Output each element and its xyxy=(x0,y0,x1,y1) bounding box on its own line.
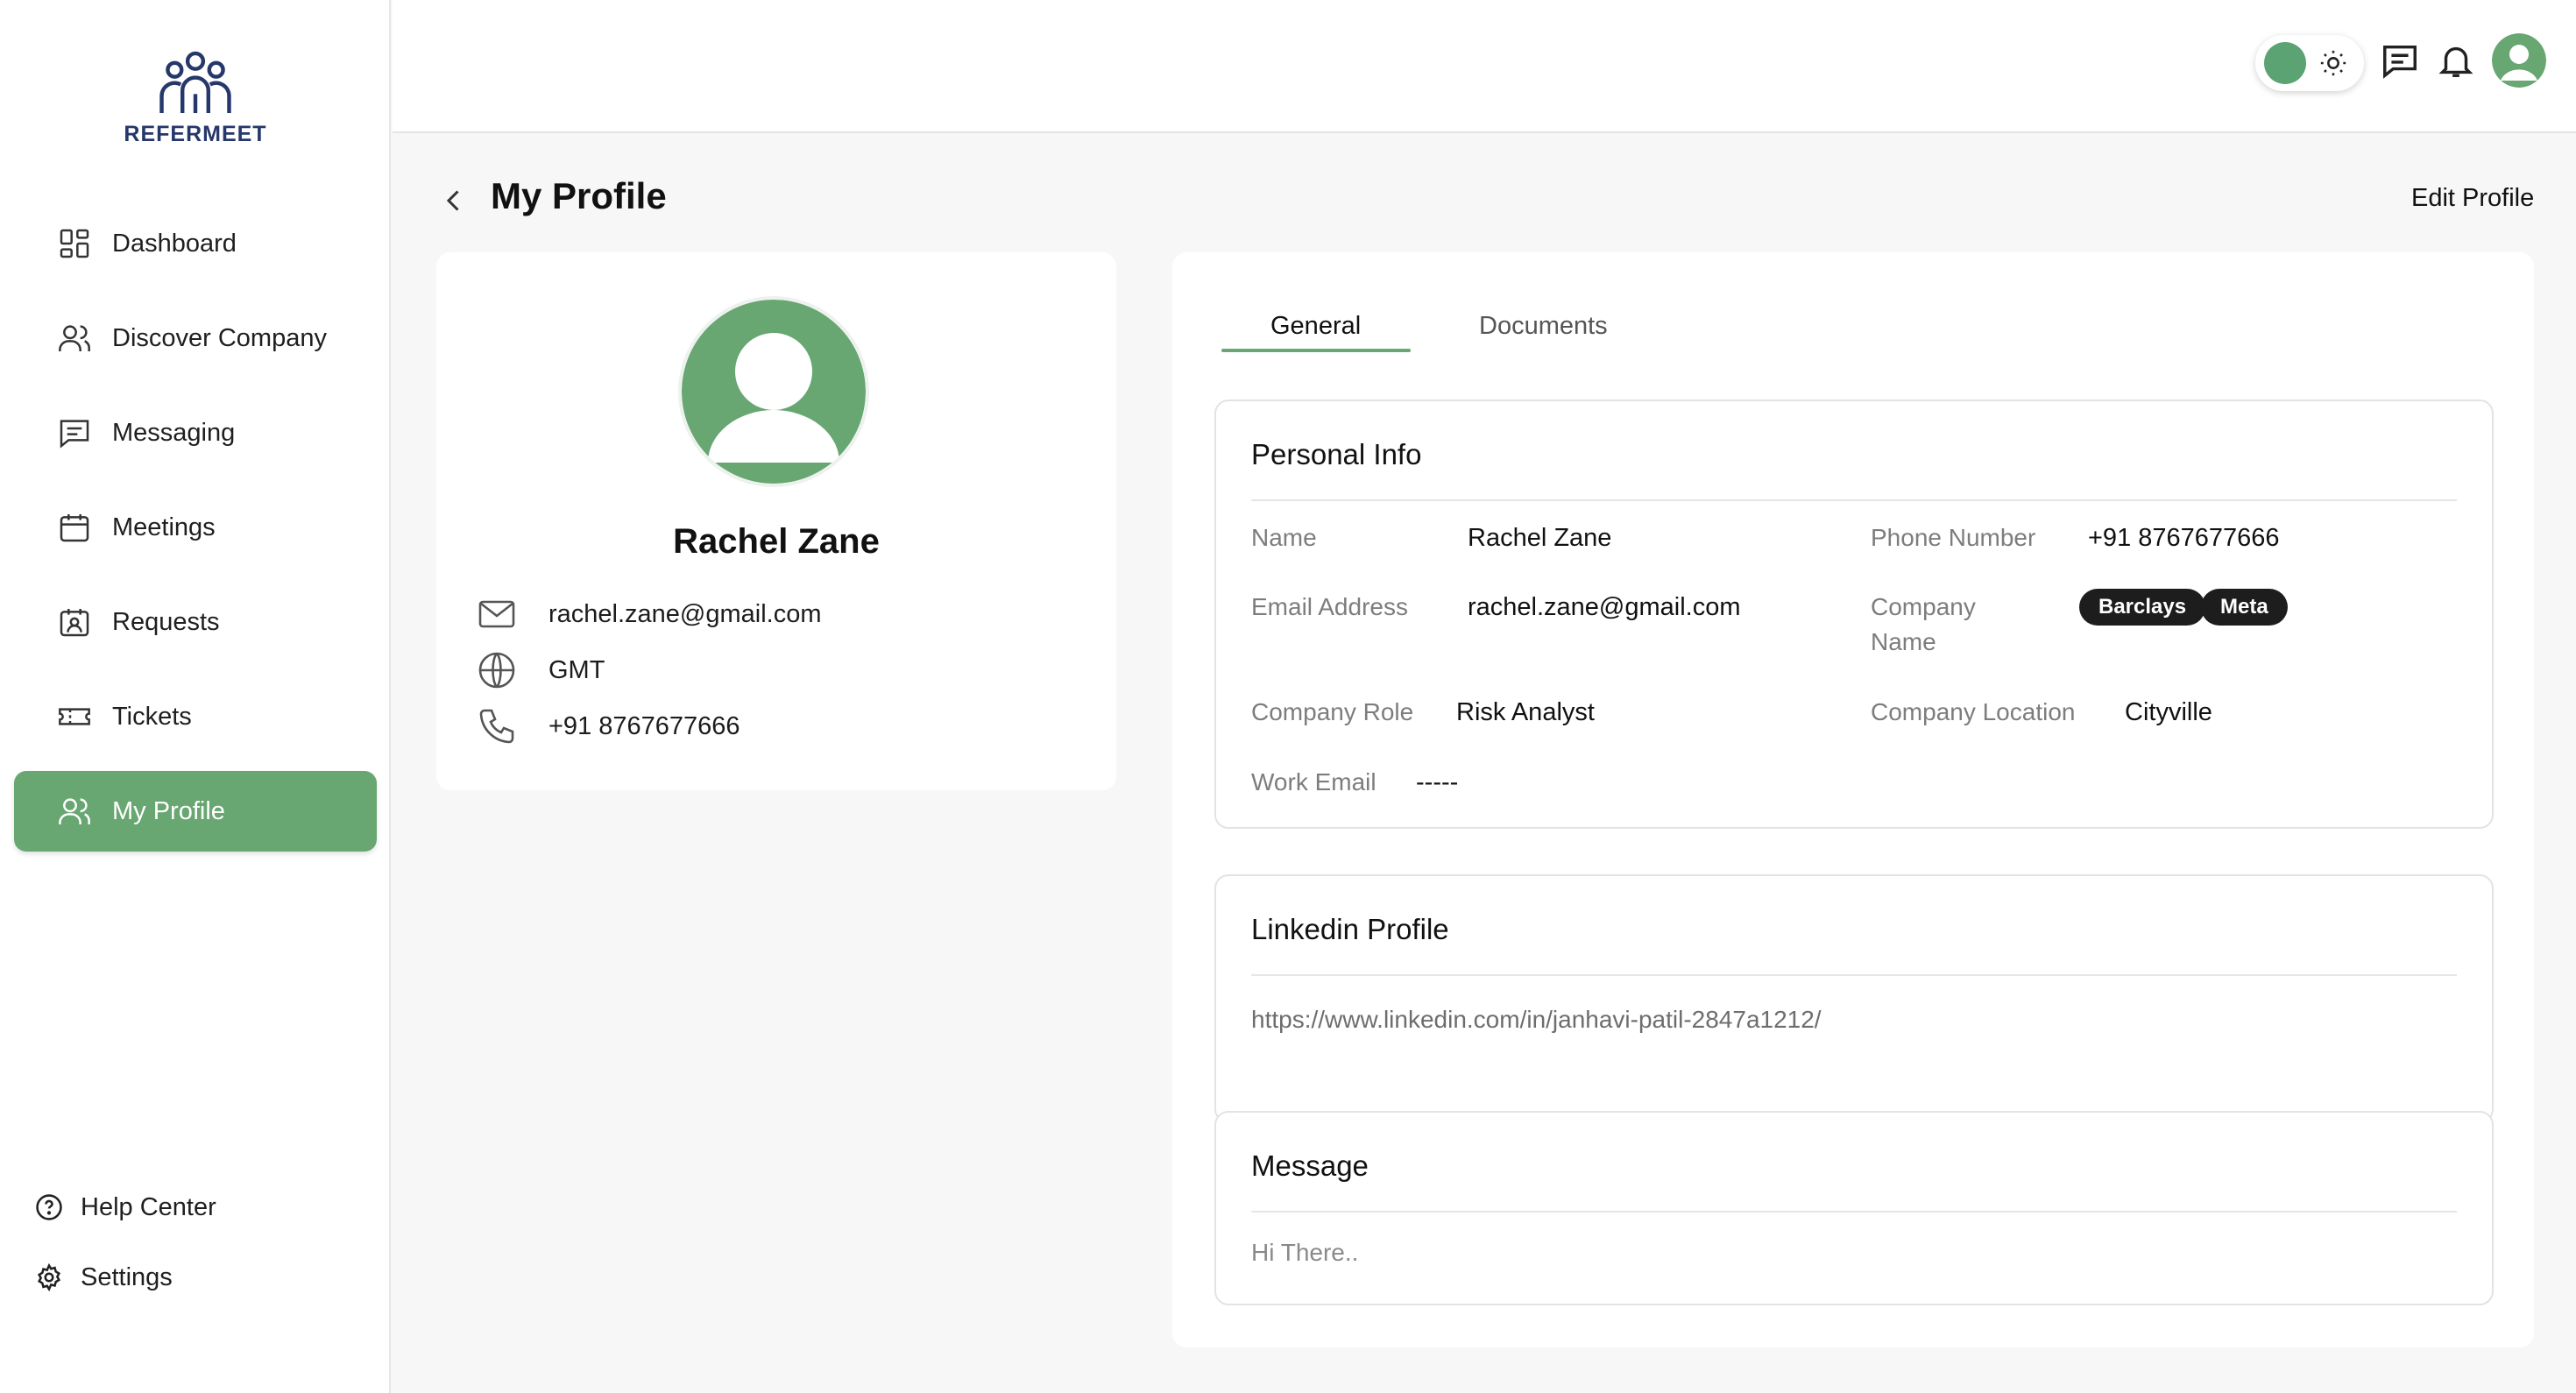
sidebar-item-label: Tickets xyxy=(112,702,192,731)
request-icon xyxy=(56,604,93,640)
email-label: Email Address xyxy=(1251,593,1408,620)
users-icon xyxy=(56,320,93,357)
phone-value: +91 8767677666 xyxy=(2088,524,2280,552)
top-bar xyxy=(393,0,2576,133)
globe-icon xyxy=(475,648,519,692)
contact-timezone-text: GMT xyxy=(548,655,605,684)
theme-toggle[interactable] xyxy=(2255,35,2364,91)
profile-name: Rachel Zane xyxy=(673,522,880,561)
message-text: Hi There.. xyxy=(1251,1239,1359,1266)
settings-link[interactable]: Settings xyxy=(33,1253,173,1302)
contact-email: rachel.zane@gmail.com xyxy=(475,592,822,636)
name-value: Rachel Zane xyxy=(1468,524,1612,552)
divider xyxy=(1251,974,2457,976)
message-icon xyxy=(56,414,93,451)
tab-documents[interactable]: Documents xyxy=(1479,312,1608,341)
sidebar-item-meetings[interactable]: Meetings xyxy=(14,487,377,568)
help-center-link[interactable]: Help Center xyxy=(33,1183,216,1232)
help-icon xyxy=(33,1191,65,1223)
bell-icon[interactable] xyxy=(2436,40,2476,81)
personal-info-title: Personal Info xyxy=(1251,438,1422,470)
page-title: My Profile xyxy=(491,175,667,216)
sidebar-item-dashboard[interactable]: Dashboard xyxy=(14,203,377,284)
company-role-label: Company Role xyxy=(1251,698,1414,725)
contact-phone: +91 8767677666 xyxy=(475,704,740,748)
company-label-line1: Company xyxy=(1871,593,1976,620)
sidebar-item-requests[interactable]: Requests xyxy=(14,582,377,662)
sidebar-item-label: Meetings xyxy=(112,513,216,541)
company-location-label: Company Location xyxy=(1871,698,2076,725)
active-tab-indicator xyxy=(1221,349,1411,352)
profile-details-card: General Documents Personal Info Name Rac… xyxy=(1172,252,2534,1347)
edit-profile-button[interactable]: Edit Profile xyxy=(2411,184,2534,213)
company-label-line2: Name xyxy=(1871,628,1936,655)
profile-avatar xyxy=(678,296,869,487)
linkedin-url[interactable]: https://www.linkedin.com/in/janhavi-pati… xyxy=(1251,1006,1822,1034)
back-button[interactable] xyxy=(438,180,473,221)
sun-icon xyxy=(2320,50,2346,76)
help-center-label: Help Center xyxy=(81,1192,216,1221)
linkedin-panel: Linkedin Profile https://www.linkedin.co… xyxy=(1214,874,2494,1123)
phone-label: Phone Number xyxy=(1871,524,2036,551)
work-email-label: Work Email xyxy=(1251,768,1376,795)
gear-icon xyxy=(33,1262,65,1293)
sidebar-item-tickets[interactable]: Tickets xyxy=(14,676,377,757)
dashboard-icon xyxy=(56,225,93,262)
tab-general[interactable]: General xyxy=(1270,312,1361,341)
linkedin-title: Linkedin Profile xyxy=(1251,913,1449,945)
sidebar-item-label: Dashboard xyxy=(112,229,237,258)
profile-icon xyxy=(56,793,93,830)
divider xyxy=(1251,1211,2457,1213)
email-value: rachel.zane@gmail.com xyxy=(1468,593,1741,621)
sidebar-item-label: Discover Company xyxy=(112,323,327,352)
sidebar: REFERMEET Dashboard Discover Company Mes… xyxy=(0,0,391,1393)
phone-icon xyxy=(475,704,519,748)
brand-name: REFERMEET xyxy=(124,122,267,146)
chat-icon[interactable] xyxy=(2380,40,2420,81)
sidebar-item-label: Messaging xyxy=(112,418,236,447)
profile-summary-card: Rachel Zane rachel.zane@gmail.com GMT +9… xyxy=(436,252,1116,790)
mail-icon xyxy=(475,592,519,636)
settings-label: Settings xyxy=(81,1262,173,1291)
message-title: Message xyxy=(1251,1149,1369,1182)
company-chip-barclays: Barclays xyxy=(2079,589,2206,626)
company-location-value: Cityville xyxy=(2125,698,2212,726)
user-avatar[interactable] xyxy=(2492,33,2546,88)
contact-timezone: GMT xyxy=(475,648,605,692)
chevron-left-icon xyxy=(446,190,459,211)
sidebar-item-label: Requests xyxy=(112,607,220,636)
divider xyxy=(1251,499,2457,501)
personal-info-panel: Personal Info Name Rachel Zane Phone Num… xyxy=(1214,400,2494,829)
name-label: Name xyxy=(1251,524,1317,551)
company-chip-meta: Meta xyxy=(2201,589,2288,626)
company-role-value: Risk Analyst xyxy=(1456,698,1595,726)
calendar-icon xyxy=(56,509,93,546)
logo-people-icon xyxy=(159,51,231,114)
work-email-value: ----- xyxy=(1416,768,1459,796)
sidebar-item-my-profile[interactable]: My Profile xyxy=(14,771,377,852)
sidebar-item-label: My Profile xyxy=(112,796,225,825)
sidebar-item-messaging[interactable]: Messaging xyxy=(14,392,377,473)
ticket-icon xyxy=(56,698,93,735)
contact-phone-text: +91 8767677666 xyxy=(548,711,740,740)
sidebar-item-discover-company[interactable]: Discover Company xyxy=(14,298,377,378)
contact-email-text: rachel.zane@gmail.com xyxy=(548,599,822,628)
toggle-knob xyxy=(2264,42,2306,84)
message-panel: Message Hi There.. xyxy=(1214,1111,2494,1305)
brand-logo[interactable]: REFERMEET xyxy=(124,51,267,147)
